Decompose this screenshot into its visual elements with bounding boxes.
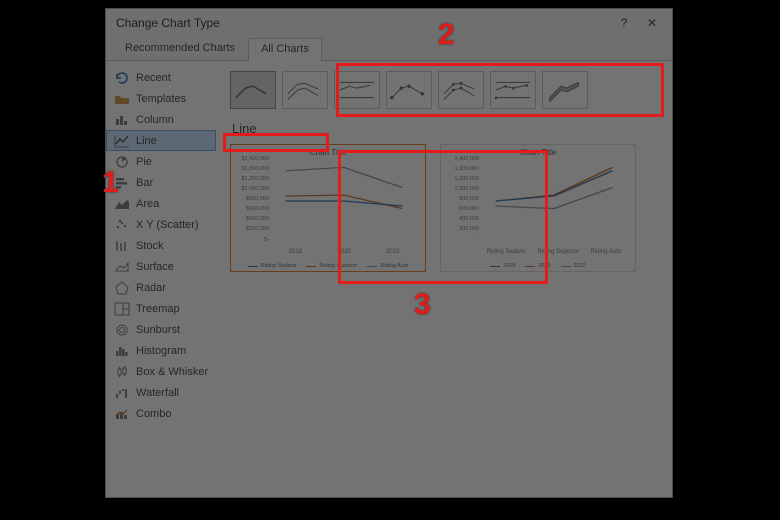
subtype-100pct-stacked-line-markers[interactable]	[490, 71, 536, 109]
preview-legend: 2018 2020 2022	[441, 263, 635, 269]
sidebar-item-label: Surface	[136, 261, 174, 273]
sidebar-item-label: Templates	[136, 93, 186, 105]
subtype-line-markers[interactable]	[386, 71, 432, 109]
subtype-line[interactable]	[230, 71, 276, 109]
sidebar-item-label: Sunburst	[136, 324, 180, 336]
combo-chart-icon	[114, 407, 130, 421]
tab-recommended-charts[interactable]: Recommended Charts	[112, 37, 248, 60]
sidebar-item-radar[interactable]: Radar	[106, 277, 216, 298]
sidebar-item-label: X Y (Scatter)	[136, 219, 199, 231]
dialog-title: Change Chart Type	[116, 16, 220, 30]
sidebar-item-label: Column	[136, 114, 174, 126]
sidebar-item-histogram[interactable]: Histogram	[106, 340, 216, 361]
preview-ylabels: $1,400,000 $1,300,000 $1,200,000 $1,000,…	[235, 157, 269, 243]
subtype-stacked-line-markers[interactable]	[438, 71, 484, 109]
treemap-chart-icon	[114, 302, 130, 316]
preview-xlabels: Riding Sedans Riding Superior Riding Aut…	[481, 249, 627, 255]
pie-chart-icon	[114, 155, 130, 169]
sunburst-chart-icon	[114, 323, 130, 337]
stock-chart-icon	[114, 239, 130, 253]
sidebar-item-surface[interactable]: Surface	[106, 256, 216, 277]
chart-previews: Chart Title $1,400,000 $1,300,000 $1,200…	[230, 144, 662, 272]
undo-icon	[114, 71, 130, 85]
sidebar-item-label: Waterfall	[136, 387, 179, 399]
sidebar-item-line[interactable]: Line	[106, 130, 216, 151]
subtype-3d-line[interactable]	[542, 71, 588, 109]
tab-all-charts[interactable]: All Charts	[248, 38, 322, 61]
sidebar-item-sunburst[interactable]: Sunburst	[106, 319, 216, 340]
change-chart-type-dialog: Change Chart Type ? ✕ Recommended Charts…	[105, 8, 673, 498]
chart-preview-2[interactable]: Chart Title 1,400,000 1,300,000 1,200,00…	[440, 144, 636, 272]
sidebar-item-label: Combo	[136, 408, 171, 420]
sidebar-item-label: Area	[136, 198, 159, 210]
folder-icon	[114, 92, 130, 106]
sidebar-item-templates[interactable]: Templates	[106, 88, 216, 109]
sidebar-item-label: Histogram	[136, 345, 186, 357]
chart-category-sidebar: Recent Templates Column Line Pie Bar	[106, 61, 216, 497]
sidebar-item-label: Recent	[136, 72, 171, 84]
sidebar-item-stock[interactable]: Stock	[106, 235, 216, 256]
subtype-stacked-line[interactable]	[282, 71, 328, 109]
dialog-body: Recent Templates Column Line Pie Bar	[106, 61, 672, 497]
preview-ylabels: 1,400,000 1,300,000 1,200,000 1,000,000 …	[445, 157, 479, 243]
sidebar-item-treemap[interactable]: Treemap	[106, 298, 216, 319]
column-chart-icon	[114, 113, 130, 127]
help-button[interactable]: ?	[610, 13, 638, 33]
surface-chart-icon	[114, 260, 130, 274]
sidebar-item-recent[interactable]: Recent	[106, 67, 216, 88]
line-chart-icon	[114, 134, 130, 148]
sidebar-item-scatter[interactable]: X Y (Scatter)	[106, 214, 216, 235]
sidebar-item-label: Pie	[136, 156, 152, 168]
sidebar-item-pie[interactable]: Pie	[106, 151, 216, 172]
main-heading: Line	[232, 121, 662, 136]
sidebar-item-label: Treemap	[136, 303, 180, 315]
scatter-chart-icon	[114, 218, 130, 232]
chart-subtype-row	[230, 61, 662, 117]
histogram-chart-icon	[114, 344, 130, 358]
sidebar-item-box-whisker[interactable]: Box & Whisker	[106, 361, 216, 382]
main-panel: Line Chart Title $1,400,000 $1,300,000 $…	[216, 61, 672, 497]
area-chart-icon	[114, 197, 130, 211]
bar-chart-icon	[114, 176, 130, 190]
sidebar-item-label: Line	[136, 135, 157, 147]
sidebar-item-column[interactable]: Column	[106, 109, 216, 130]
waterfall-chart-icon	[114, 386, 130, 400]
preview-plot	[481, 159, 627, 243]
chart-preview-1[interactable]: Chart Title $1,400,000 $1,300,000 $1,200…	[230, 144, 426, 272]
sidebar-item-label: Stock	[136, 240, 164, 252]
sidebar-item-combo[interactable]: Combo	[106, 403, 216, 424]
sidebar-item-label: Box & Whisker	[136, 366, 208, 378]
sidebar-item-waterfall[interactable]: Waterfall	[106, 382, 216, 403]
box-whisker-icon	[114, 365, 130, 379]
preview-xlabels: 2018 2020 2022	[271, 249, 417, 255]
sidebar-item-label: Bar	[136, 177, 153, 189]
sidebar-item-label: Radar	[136, 282, 166, 294]
sidebar-item-area[interactable]: Area	[106, 193, 216, 214]
preview-plot	[271, 159, 417, 243]
radar-chart-icon	[114, 281, 130, 295]
subtype-100pct-stacked-line[interactable]	[334, 71, 380, 109]
preview-legend: Riding Sedans Riding Superior Riding Aut…	[231, 263, 425, 269]
dialog-tabs: Recommended Charts All Charts	[106, 37, 672, 61]
sidebar-item-bar[interactable]: Bar	[106, 172, 216, 193]
close-button[interactable]: ✕	[638, 13, 666, 33]
dialog-titlebar: Change Chart Type ? ✕	[106, 9, 672, 37]
